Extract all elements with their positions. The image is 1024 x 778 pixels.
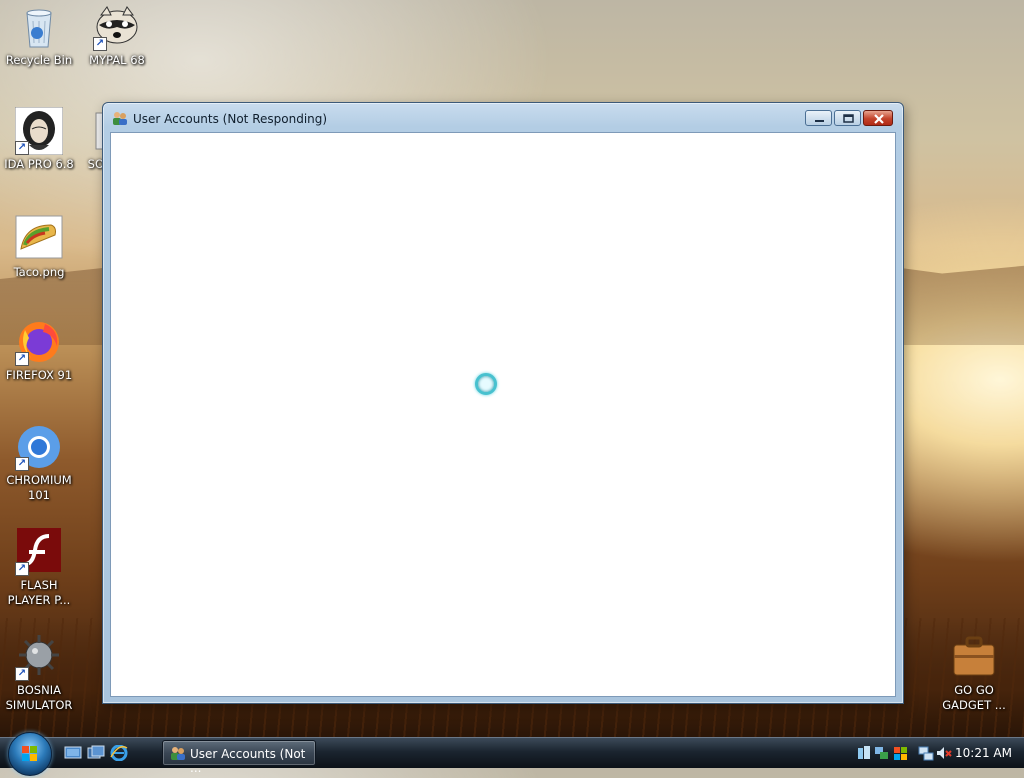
shortcut-arrow-icon: ↗: [15, 562, 29, 576]
desktop-icon-so[interactable]: SO: [62, 107, 104, 172]
users-icon: [170, 746, 186, 760]
switch-windows-icon[interactable]: [87, 745, 105, 761]
minimize-icon: [815, 120, 824, 122]
shortcut-arrow-icon: ↗: [15, 141, 29, 155]
network-icon[interactable]: [874, 745, 890, 761]
window-content: [110, 132, 896, 697]
raccoon-icon: ↗: [93, 3, 141, 51]
desktop-icon-go-go-gadget[interactable]: GO GO GADGET ...: [934, 633, 1014, 713]
taskbar: User Accounts (Not ... 10:21 AM: [0, 732, 1024, 776]
taskbar-clock[interactable]: 10:21 AM: [955, 746, 1012, 760]
desktop-icon-label: CHROMIUM 101: [6, 473, 72, 502]
desktop-icon-flash-player[interactable]: ↗ FLASH PLAYER P...: [0, 528, 79, 608]
desktop-icon-label: BOSNIA SIMULATOR: [5, 683, 73, 712]
desktop-icon-label: Recycle Bin: [5, 53, 73, 67]
maximize-icon: [843, 114, 854, 123]
window-title: User Accounts (Not Responding): [133, 112, 328, 126]
maximize-button[interactable]: [834, 110, 861, 126]
ida-pro-icon: ↗: [14, 106, 64, 156]
window-titlebar[interactable]: User Accounts (Not Responding): [103, 103, 903, 131]
show-desktop-icon[interactable]: [64, 745, 82, 761]
taco-image-icon: [15, 215, 63, 263]
spiked-ball-icon: ↗: [15, 633, 63, 681]
device-icon[interactable]: [856, 745, 872, 761]
desktop-icon-label: Taco.png: [13, 265, 65, 279]
desktop-icon-label: FLASH PLAYER P...: [7, 578, 71, 607]
desktop-icon-taco[interactable]: Taco.png: [0, 215, 79, 280]
briefcase-icon: [950, 633, 998, 681]
desktop-icon-label: FIREFOX 91: [5, 368, 73, 382]
desktop-icon-label: MYPAL 68: [89, 53, 145, 67]
desktop-icon-bosnia-simulator[interactable]: ↗ BOSNIA SIMULATOR: [0, 633, 79, 713]
internet-explorer-icon[interactable]: [110, 744, 128, 762]
taskbar-button-label: User Accounts (Not ...: [190, 747, 306, 775]
windows-icon[interactable]: [892, 745, 908, 761]
windows-logo-icon: [22, 746, 37, 761]
desktop-icon-recycle-bin[interactable]: Recycle Bin: [0, 3, 79, 68]
shortcut-arrow-icon: ↗: [15, 352, 29, 366]
user-accounts-window[interactable]: User Accounts (Not Responding): [102, 102, 904, 704]
flash-player-icon: ↗: [15, 528, 63, 576]
network-status-icon[interactable]: [918, 745, 934, 761]
shortcut-arrow-icon: ↗: [93, 37, 107, 51]
minimize-button[interactable]: [805, 110, 832, 126]
chromium-icon: ↗: [15, 423, 63, 471]
desktop-icon-firefox[interactable]: ↗ FIREFOX 91: [0, 318, 79, 383]
users-icon: [112, 111, 128, 125]
close-button[interactable]: [863, 110, 893, 126]
busy-spinner-icon: [475, 373, 497, 395]
desktop-icon-mypal[interactable]: ↗ MYPAL 68: [77, 3, 157, 68]
desktop-icon-chromium[interactable]: ↗ CHROMIUM 101: [0, 423, 79, 503]
shortcut-arrow-icon: ↗: [15, 667, 29, 681]
shortcut-arrow-icon: ↗: [15, 457, 29, 471]
start-button[interactable]: [8, 732, 52, 776]
desktop-icon-label: GO GO GADGET ...: [942, 683, 1006, 712]
close-icon: [874, 114, 884, 124]
taskbar-button-user-accounts[interactable]: User Accounts (Not ...: [162, 740, 316, 775]
firefox-icon: ↗: [15, 318, 63, 366]
system-tray: 10:21 AM: [854, 738, 1024, 768]
volume-muted-icon[interactable]: [936, 745, 952, 761]
recycle-bin-icon: [15, 3, 63, 51]
